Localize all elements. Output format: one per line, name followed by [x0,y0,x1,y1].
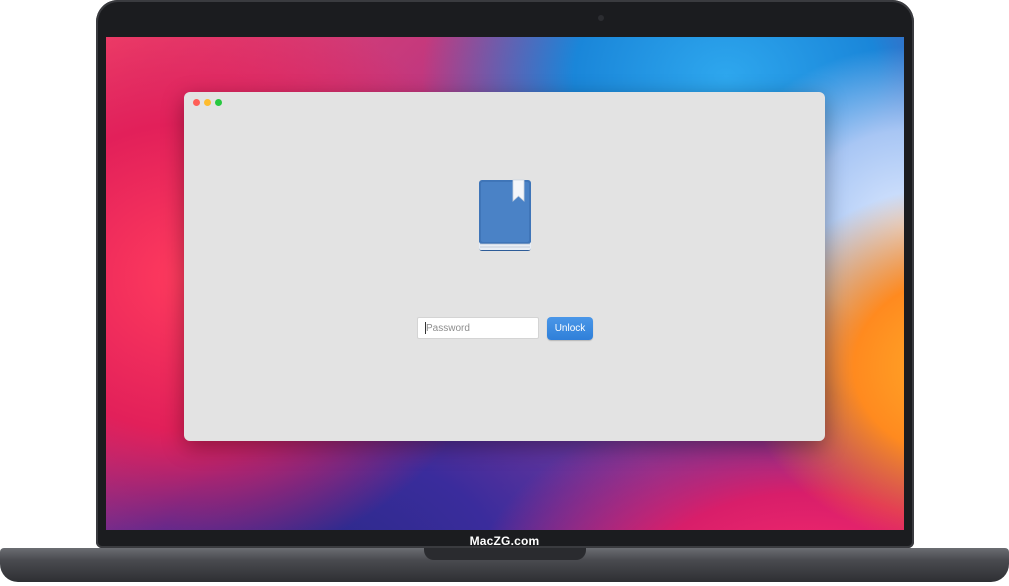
book-with-bookmark-icon [479,179,531,251]
password-input[interactable] [417,317,539,339]
laptop-base [0,548,1009,582]
minimize-window-button[interactable] [204,99,211,106]
zoom-window-button[interactable] [215,99,222,106]
unlock-button[interactable]: Unlock [547,317,593,340]
laptop-mockup: Unlock MacZG.com [0,0,1009,586]
lid-opening-notch [424,548,586,560]
app-window: Unlock [184,92,825,441]
brand-watermark: MacZG.com [469,534,540,548]
close-window-button[interactable] [193,99,200,106]
camera-icon [598,15,604,21]
text-cursor [425,322,426,334]
